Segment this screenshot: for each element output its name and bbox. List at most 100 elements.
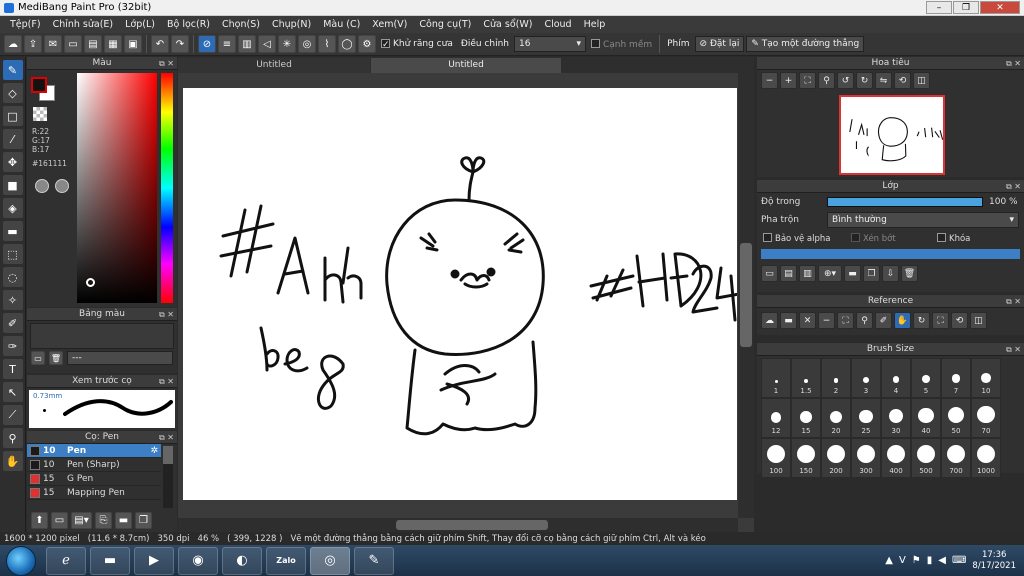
menu-file[interactable]: Tệp(F): [4, 19, 47, 30]
palette-select[interactable]: ---: [67, 351, 173, 365]
brush-list-item[interactable]: 15 Mapping Pen: [27, 486, 161, 500]
brush-size-option[interactable]: 3: [851, 358, 881, 398]
brush-size-option[interactable]: 30: [881, 398, 911, 438]
brush-size-option[interactable]: 1: [761, 358, 791, 398]
merge-down-icon[interactable]: ⇩: [882, 265, 899, 282]
folder-icon[interactable]: ▬: [780, 312, 797, 329]
brush-size-option[interactable]: 1000: [971, 438, 1001, 478]
delete-layer-icon[interactable]: 🗑: [901, 265, 918, 282]
rotate-left-icon[interactable]: ↺: [837, 72, 854, 89]
hue-slider[interactable]: [161, 73, 173, 303]
open-cloud-icon[interactable]: ☁: [761, 312, 778, 329]
rotate-icon[interactable]: ↻: [913, 312, 930, 329]
dot-tool-icon[interactable]: ⁄: [2, 129, 23, 149]
snap-off-icon[interactable]: ⊘: [198, 35, 216, 53]
new-palette-icon[interactable]: ▭: [31, 351, 45, 365]
clock[interactable]: 17:36 8/17/2021: [972, 550, 1016, 572]
zoom-out-icon[interactable]: −: [761, 72, 778, 89]
palette-swatch-area[interactable]: [30, 323, 174, 349]
copy-brush-icon[interactable]: ⎘: [95, 512, 112, 529]
flip-horizontal-icon[interactable]: ◫: [970, 312, 987, 329]
tab-untitled-2[interactable]: Untitled: [371, 58, 561, 73]
foreground-color-swatch[interactable]: [31, 77, 47, 93]
folder-icon[interactable]: ▬: [115, 512, 132, 529]
lock-option[interactable]: Khóa: [937, 232, 970, 244]
brush-size-option[interactable]: 10: [971, 358, 1001, 398]
zalo-button[interactable]: Zalo: [266, 546, 306, 575]
brush-size-option[interactable]: 15: [791, 398, 821, 438]
brush-size-option[interactable]: 700: [941, 438, 971, 478]
brush-list-item[interactable]: 10 Pen (Sharp): [27, 458, 161, 472]
lock-checkbox[interactable]: [937, 232, 946, 242]
media-player-icon[interactable]: ▶: [134, 546, 174, 575]
zoom-out-icon[interactable]: −: [818, 312, 835, 329]
color-picker-cursor[interactable]: [86, 278, 95, 287]
eyedropper-icon[interactable]: ✐: [875, 312, 892, 329]
start-button[interactable]: [6, 545, 36, 576]
undo-icon[interactable]: ↶: [151, 35, 169, 53]
keyboard-icon[interactable]: ⌨: [952, 555, 966, 566]
grid-icon[interactable]: ▦: [104, 35, 122, 53]
antialias-option[interactable]: ✓ Khử răng cưa: [378, 39, 456, 50]
clip-checkbox[interactable]: [851, 232, 860, 242]
brush-size-option[interactable]: 200: [821, 438, 851, 478]
select-eraser-tool-icon[interactable]: ✑: [2, 336, 23, 356]
radial-snap-icon[interactable]: ✳: [278, 35, 296, 53]
eyedropper-tool-icon[interactable]: ⚲: [2, 428, 23, 448]
brush-menu-icon[interactable]: ▤▾: [71, 512, 92, 529]
eraser-tool-icon[interactable]: ◇: [2, 83, 23, 103]
text-tool-icon[interactable]: T: [2, 359, 23, 379]
folder-icon[interactable]: ▬: [844, 265, 861, 282]
brush-size-option[interactable]: 150: [791, 438, 821, 478]
panel-close-icon[interactable]: ⧉ ✕: [159, 308, 174, 321]
reset-view-icon[interactable]: ⟲: [894, 72, 911, 89]
new-layer-8bit-icon[interactable]: ▤: [780, 265, 797, 282]
brush-size-option[interactable]: 4: [881, 358, 911, 398]
close-button[interactable]: ✕: [980, 1, 1020, 14]
menu-tools[interactable]: Công cụ(T): [413, 19, 477, 30]
hand-tool-icon[interactable]: ✋: [2, 451, 23, 471]
flip-icon[interactable]: ⇋: [875, 72, 892, 89]
paint-icon[interactable]: ✎: [354, 546, 394, 575]
new-brush-icon[interactable]: ▭: [51, 512, 68, 529]
medibang-icon[interactable]: ◎: [310, 546, 350, 575]
upload-icon[interactable]: ⇪: [24, 35, 42, 53]
fit-icon[interactable]: ⛶: [837, 312, 854, 329]
flip-horizontal-icon[interactable]: ◫: [913, 72, 930, 89]
network-icon[interactable]: ▮: [927, 555, 933, 566]
panel-close-icon[interactable]: ⧉ ✕: [1006, 57, 1021, 70]
panel-close-icon[interactable]: ⧉ ✕: [1006, 343, 1021, 356]
divide-tool-icon[interactable]: ⟋: [2, 405, 23, 425]
delete-palette-icon[interactable]: 🗑: [49, 351, 63, 365]
close-icon[interactable]: ✕: [799, 312, 816, 329]
save-icon[interactable]: ▣: [124, 35, 142, 53]
flag-icon[interactable]: ⚑: [912, 555, 921, 566]
document-icon[interactable]: ▤: [84, 35, 102, 53]
reset-button[interactable]: ⊘ Đặt lại: [694, 36, 745, 52]
menu-window[interactable]: Cửa sổ(W): [477, 19, 538, 30]
brush-size-option[interactable]: 25: [851, 398, 881, 438]
ellipse-snap-icon[interactable]: ◯: [338, 35, 356, 53]
add-layer-menu-icon[interactable]: ⊕▾: [818, 265, 842, 282]
panel-close-icon[interactable]: ⧉ ✕: [159, 431, 174, 444]
chrome-icon[interactable]: ◉: [178, 546, 218, 575]
clip-option[interactable]: Xén bớt: [851, 232, 937, 244]
soft-edge-checkbox[interactable]: [590, 38, 600, 48]
menu-color[interactable]: Màu (C): [317, 19, 366, 30]
scrollbar-thumb[interactable]: [740, 243, 752, 347]
menu-help[interactable]: Help: [578, 19, 612, 30]
fill-rect-tool-icon[interactable]: ■: [2, 175, 23, 195]
settings-icon[interactable]: ⚙: [358, 35, 376, 53]
soft-edge-option[interactable]: Cạnh mềm: [588, 38, 655, 50]
file-explorer-icon[interactable]: ▬: [90, 546, 130, 575]
menu-capture[interactable]: Chụp(N): [266, 19, 317, 30]
brush-size-option[interactable]: 7: [941, 358, 971, 398]
brush-size-option[interactable]: 40: [911, 398, 941, 438]
menu-filter[interactable]: Bộ lọc(R): [161, 19, 216, 30]
menu-select[interactable]: Chọn(S): [216, 19, 266, 30]
magnifier-icon[interactable]: ⚲: [856, 312, 873, 329]
brush-list-scrollbar[interactable]: [163, 446, 173, 508]
straight-line-button[interactable]: ✎ Tạo một đường thẳng: [746, 36, 865, 52]
brush-list-item[interactable]: 10 Pen ✲: [27, 444, 161, 458]
volume-icon[interactable]: ◀: [938, 555, 946, 566]
